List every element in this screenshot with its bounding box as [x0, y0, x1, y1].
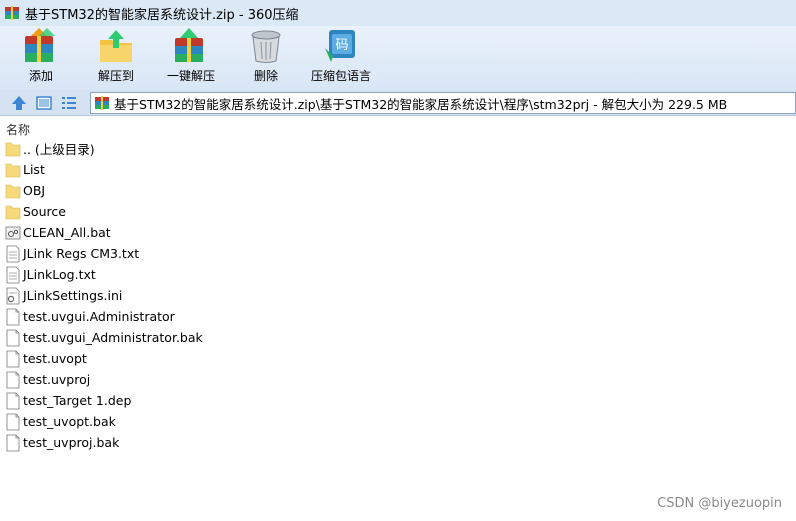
path-text: 基于STM32的智能家居系统设计.zip\基于STM32的智能家居系统设计\程序…: [114, 96, 728, 112]
list-item[interactable]: List: [0, 159, 796, 180]
list-item[interactable]: test.uvproj: [0, 369, 796, 390]
list-item-name: test_Target 1.dep: [23, 393, 132, 408]
extract-to-icon: [100, 30, 132, 62]
up-arrow-icon[interactable]: [10, 94, 28, 112]
file-icon: [6, 413, 20, 430]
text-file-icon: [6, 266, 20, 283]
list-item[interactable]: JLinkLog.txt: [0, 264, 796, 285]
list-item-name: test_uvopt.bak: [23, 414, 116, 429]
column-header-name[interactable]: 名称: [0, 117, 796, 137]
large-icon-view-icon[interactable]: [35, 94, 53, 112]
file-icon: [6, 392, 20, 409]
folder-icon: [5, 205, 21, 219]
file-icon: [6, 308, 20, 325]
list-item-name: test.uvopt: [23, 351, 87, 366]
list-item-name: CLEAN_All.bat: [23, 225, 111, 240]
path-field[interactable]: 基于STM32的智能家居系统设计.zip\基于STM32的智能家居系统设计\程序…: [90, 92, 796, 114]
address-bar: 基于STM32的智能家居系统设计.zip\基于STM32的智能家居系统设计\程序…: [0, 90, 796, 116]
file-icon: [6, 350, 20, 367]
delete-button[interactable]: 删除: [226, 28, 306, 88]
list-item[interactable]: Source: [0, 201, 796, 222]
settings-file-icon: [6, 287, 20, 304]
toolbar: 添加 解压到 一键解压 删除 码 压缩包语言: [0, 26, 796, 90]
list-item[interactable]: JLink Regs CM3.txt: [0, 243, 796, 264]
list-item[interactable]: test_uvproj.bak: [0, 432, 796, 453]
list-item-name: test.uvproj: [23, 372, 91, 387]
list-item-name: test.uvgui_Administrator.bak: [23, 330, 203, 345]
list-item-name: JLink Regs CM3.txt: [23, 246, 140, 261]
archive-language-button[interactable]: 码 压缩包语言: [301, 28, 381, 88]
svg-text:码: 码: [335, 38, 348, 53]
list-item-name: .. (上级目录): [23, 142, 95, 157]
list-item[interactable]: test_Target 1.dep: [0, 390, 796, 411]
one-click-extract-icon: [175, 28, 203, 62]
folder-icon: [5, 184, 21, 198]
archive-language-label: 压缩包语言: [310, 69, 371, 83]
folder-icon: [5, 163, 21, 177]
add-label: 添加: [28, 69, 53, 83]
watermark: CSDN @biyezuopin: [657, 496, 782, 511]
extract-to-label: 解压到: [97, 69, 134, 83]
list-item[interactable]: test_uvopt.bak: [0, 411, 796, 432]
list-item[interactable]: OBJ: [0, 180, 796, 201]
column-header-label: 名称: [6, 123, 31, 137]
list-item[interactable]: JLinkSettings.ini: [0, 285, 796, 306]
zip-archive-icon: [5, 6, 19, 20]
list-item-name: JLinkSettings.ini: [23, 288, 123, 303]
title-bar: 基于STM32的智能家居系统设计.zip - 360压缩: [0, 0, 796, 26]
list-item-name: test.uvgui.Administrator: [23, 309, 175, 324]
folder-icon: [5, 142, 21, 156]
list-view-icon[interactable]: [60, 94, 78, 112]
list-item-name: List: [23, 162, 45, 177]
list-item[interactable]: test.uvopt: [0, 348, 796, 369]
one-click-extract-button[interactable]: 一键解压: [151, 28, 231, 88]
file-icon: [6, 434, 20, 451]
archive-language-icon: 码: [325, 30, 355, 62]
list-item[interactable]: CLEAN_All.bat: [0, 222, 796, 243]
window-title: 基于STM32的智能家居系统设计.zip - 360压缩: [25, 7, 299, 23]
list-item-name: OBJ: [23, 183, 46, 198]
file-list: .. (上级目录) List OBJ Source CLEAN_All.bat JLink…: [0, 138, 796, 453]
batch-file-icon: [5, 226, 21, 239]
list-item-name: JLinkLog.txt: [23, 267, 96, 282]
zip-archive-icon: [95, 96, 109, 110]
list-item-name: Source: [23, 204, 66, 219]
file-icon: [6, 329, 20, 346]
delete-label: 删除: [253, 69, 278, 83]
extract-to-button[interactable]: 解压到: [76, 28, 156, 88]
one-click-extract-label: 一键解压: [166, 69, 215, 83]
trash-icon: [251, 30, 281, 63]
list-item-name: test_uvproj.bak: [23, 435, 120, 450]
add-button[interactable]: 添加: [1, 28, 81, 88]
file-icon: [6, 371, 20, 388]
text-file-icon: [6, 245, 20, 262]
add-archive-icon: [25, 28, 55, 62]
list-item[interactable]: test.uvgui_Administrator.bak: [0, 327, 796, 348]
list-item[interactable]: .. (上级目录): [0, 138, 796, 159]
list-item[interactable]: test.uvgui.Administrator: [0, 306, 796, 327]
